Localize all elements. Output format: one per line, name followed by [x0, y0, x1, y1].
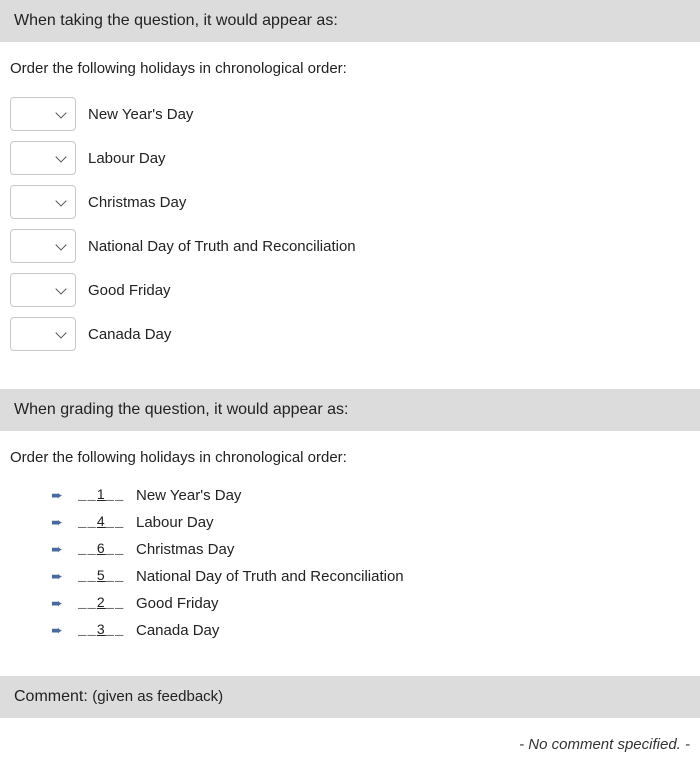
order-row: Labour Day: [10, 141, 690, 175]
correct-order-value: __6__: [78, 540, 122, 558]
order-select[interactable]: [10, 185, 76, 219]
grade-row: ➨ __4__ Labour Day: [10, 513, 690, 531]
item-label: New Year's Day: [88, 106, 193, 123]
item-label: Christmas Day: [136, 541, 234, 558]
item-label: Good Friday: [136, 595, 219, 612]
chevron-down-icon: [55, 151, 66, 162]
correct-order-value: __4__: [78, 513, 122, 531]
item-label: Canada Day: [88, 326, 171, 343]
item-label: National Day of Truth and Reconciliation: [88, 238, 356, 255]
taking-header: When taking the question, it would appea…: [0, 0, 700, 42]
order-row: Good Friday: [10, 273, 690, 307]
item-label: Canada Day: [136, 622, 219, 639]
grade-row: ➨ __5__ National Day of Truth and Reconc…: [10, 567, 690, 585]
item-label: Christmas Day: [88, 194, 186, 211]
order-select[interactable]: [10, 141, 76, 175]
comment-header: Comment: (given as feedback): [0, 676, 700, 718]
order-row: New Year's Day: [10, 97, 690, 131]
arrow-right-icon: ➨: [50, 622, 64, 639]
comment-text: - No comment specified. -: [519, 736, 690, 753]
comment-body: - No comment specified. -: [0, 718, 700, 757]
correct-order-value: __2__: [78, 594, 122, 612]
comment-header-label: Comment:: [14, 688, 88, 705]
grading-header: When grading the question, it would appe…: [0, 389, 700, 431]
order-select[interactable]: [10, 97, 76, 131]
arrow-right-icon: ➨: [50, 487, 64, 504]
grade-row: ➨ __6__ Christmas Day: [10, 540, 690, 558]
chevron-down-icon: [55, 107, 66, 118]
taking-body: Order the following holidays in chronolo…: [0, 42, 700, 389]
order-row: Christmas Day: [10, 185, 690, 219]
grade-row: ➨ __3__ Canada Day: [10, 621, 690, 639]
chevron-down-icon: [55, 327, 66, 338]
order-row: National Day of Truth and Reconciliation: [10, 229, 690, 263]
item-label: Labour Day: [136, 514, 214, 531]
correct-order-value: __5__: [78, 567, 122, 585]
order-row: Canada Day: [10, 317, 690, 351]
comment-header-note: (given as feedback): [92, 688, 223, 705]
grading-body: Order the following holidays in chronolo…: [0, 431, 700, 676]
order-select[interactable]: [10, 317, 76, 351]
chevron-down-icon: [55, 195, 66, 206]
grade-row: ➨ __1__ New Year's Day: [10, 486, 690, 504]
chevron-down-icon: [55, 239, 66, 250]
grade-row: ➨ __2__ Good Friday: [10, 594, 690, 612]
arrow-right-icon: ➨: [50, 541, 64, 558]
chevron-down-icon: [55, 283, 66, 294]
item-label: Good Friday: [88, 282, 171, 299]
question-prompt: Order the following holidays in chronolo…: [10, 449, 690, 466]
arrow-right-icon: ➨: [50, 514, 64, 531]
arrow-right-icon: ➨: [50, 568, 64, 585]
item-label: Labour Day: [88, 150, 166, 167]
item-label: National Day of Truth and Reconciliation: [136, 568, 404, 585]
question-prompt: Order the following holidays in chronolo…: [10, 60, 690, 77]
item-label: New Year's Day: [136, 487, 241, 504]
order-select[interactable]: [10, 229, 76, 263]
correct-order-value: __1__: [78, 486, 122, 504]
arrow-right-icon: ➨: [50, 595, 64, 612]
order-select[interactable]: [10, 273, 76, 307]
correct-order-value: __3__: [78, 621, 122, 639]
